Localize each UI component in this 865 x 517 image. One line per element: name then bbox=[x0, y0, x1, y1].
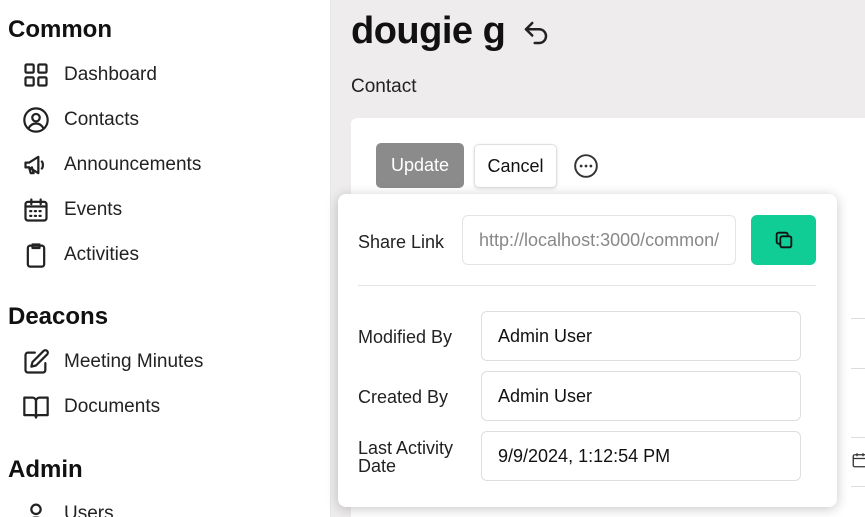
dashboard-icon bbox=[24, 63, 48, 87]
copy-icon bbox=[775, 231, 792, 249]
sidebar-item-dashboard[interactable]: Dashboard bbox=[22, 59, 157, 91]
details-popover: Share Link Modified By Admin User Create… bbox=[338, 194, 837, 507]
last-activity-date-field[interactable]: 9/9/2024, 1:12:54 PM bbox=[481, 431, 801, 481]
sidebar-item-label: Users bbox=[64, 503, 114, 517]
page-title: dougie g bbox=[351, 10, 506, 52]
background-field-edge bbox=[851, 368, 865, 369]
background-field-edge bbox=[851, 437, 865, 438]
section-title-admin: Admin bbox=[8, 456, 83, 483]
copy-link-button[interactable] bbox=[751, 215, 816, 265]
sidebar-item-label: Announcements bbox=[64, 154, 202, 175]
sidebar-item-events[interactable]: Events bbox=[22, 194, 122, 226]
share-link-input[interactable] bbox=[462, 215, 736, 265]
sidebar-item-activities[interactable]: Activities bbox=[22, 239, 139, 271]
sidebar-item-contacts[interactable]: Contacts bbox=[22, 104, 139, 136]
user-circle-icon bbox=[23, 107, 49, 133]
sidebar-item-meeting-minutes[interactable]: Meeting Minutes bbox=[22, 346, 203, 378]
background-field-edge bbox=[851, 486, 865, 487]
sidebar-item-documents[interactable]: Documents bbox=[22, 391, 160, 423]
undo-icon[interactable] bbox=[521, 18, 551, 48]
edit-icon bbox=[24, 349, 49, 374]
cancel-button[interactable]: Cancel bbox=[474, 144, 557, 188]
update-button[interactable]: Update bbox=[376, 143, 464, 188]
background-field-edge bbox=[851, 318, 865, 319]
calendar-icon[interactable] bbox=[851, 451, 865, 469]
sidebar-item-label: Events bbox=[64, 199, 123, 220]
clipboard-icon bbox=[26, 243, 46, 268]
sidebar-item-label: Activities bbox=[64, 244, 139, 265]
modified-by-label: Modified By bbox=[358, 327, 453, 347]
sidebar-item-announcements[interactable]: Announcements bbox=[22, 149, 201, 181]
book-icon bbox=[23, 396, 49, 419]
sidebar-item-label: Meeting Minutes bbox=[64, 351, 204, 372]
created-by-field[interactable]: Admin User bbox=[481, 371, 801, 421]
sidebar: Common Dashboard Contacts Announcements … bbox=[0, 0, 331, 517]
divider bbox=[358, 285, 816, 286]
last-activity-label-line2: Date bbox=[358, 456, 397, 476]
megaphone-icon bbox=[24, 155, 44, 175]
more-options-icon[interactable] bbox=[573, 153, 599, 179]
sidebar-item-label: Dashboard bbox=[64, 64, 157, 85]
section-title-deacons: Deacons bbox=[8, 303, 109, 330]
last-activity-label-line1: Last Activity bbox=[358, 438, 454, 458]
user-icon bbox=[30, 503, 42, 517]
sidebar-item-label: Documents bbox=[64, 396, 161, 417]
section-title-common: Common bbox=[8, 16, 112, 43]
modified-by-field[interactable]: Admin User bbox=[481, 311, 801, 361]
sidebar-item-label: Contacts bbox=[64, 109, 139, 130]
calendar-icon bbox=[24, 198, 48, 222]
page-subtitle: Contact bbox=[351, 76, 417, 97]
last-activity-date-label: Last Activity Date bbox=[358, 439, 453, 475]
share-link-label: Share Link bbox=[358, 232, 445, 252]
sidebar-item-users[interactable]: Users bbox=[22, 498, 114, 517]
created-by-label: Created By bbox=[358, 387, 449, 407]
